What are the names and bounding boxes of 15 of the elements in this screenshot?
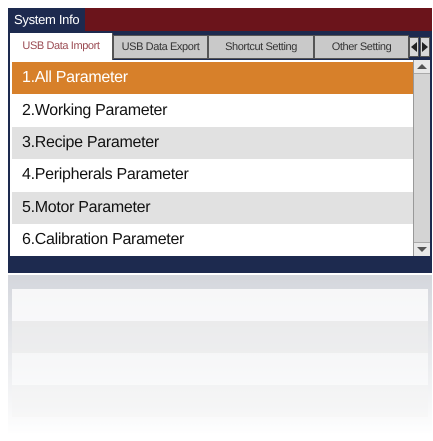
scroll-down-button[interactable] bbox=[414, 242, 430, 256]
tab[interactable]: USB Data Export bbox=[113, 35, 208, 59]
scroll-right-button[interactable] bbox=[420, 37, 430, 57]
list-item[interactable]: 5.Motor Parameter bbox=[12, 192, 413, 224]
tab[interactable]: Other Setting bbox=[314, 35, 409, 59]
scrollbar[interactable] bbox=[413, 60, 430, 256]
scroll-up-button[interactable] bbox=[414, 60, 430, 74]
scroll-left-button[interactable] bbox=[409, 37, 419, 57]
up-triangle-icon bbox=[417, 64, 427, 69]
left-triangle-icon bbox=[411, 42, 417, 52]
right-triangle-icon bbox=[422, 42, 428, 52]
tab[interactable]: Shortcut Setting bbox=[208, 35, 314, 59]
list-item[interactable]: 3.Recipe Parameter bbox=[12, 126, 413, 160]
tab[interactable]: USB Data Import bbox=[10, 33, 113, 60]
down-triangle-icon bbox=[417, 247, 427, 252]
